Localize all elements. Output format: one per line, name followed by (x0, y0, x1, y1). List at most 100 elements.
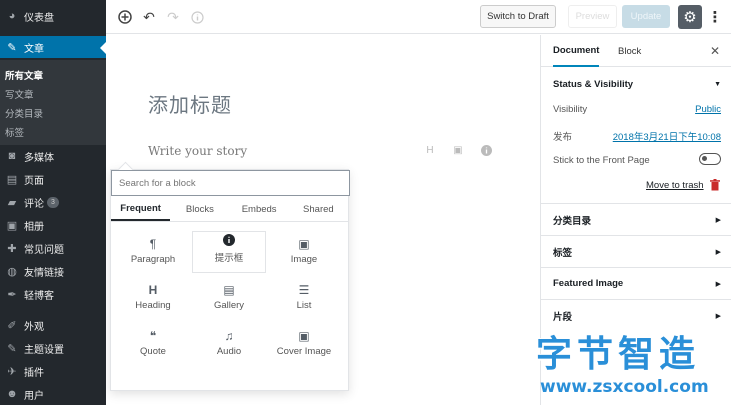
sidebar-item-microblog[interactable]: ✒ 轻博客 (0, 283, 106, 305)
tab-frequent[interactable]: Frequent (111, 198, 171, 221)
block-image[interactable]: ▣ Image (268, 236, 340, 278)
block-label: List (296, 300, 312, 311)
sidebar-item-label: 外观 (24, 321, 44, 333)
tags-section[interactable]: 标签 ▶ (541, 235, 731, 267)
watermark-title: 字节智造 (536, 334, 701, 375)
section-title: Status & Visibility (553, 78, 634, 90)
section-title: 分类目录 (553, 215, 592, 227)
undo-icon[interactable]: ↶ (140, 8, 158, 26)
gallery-icon: ▤ (223, 283, 235, 297)
audio-icon: ♫ (224, 329, 234, 343)
categories-section[interactable]: 分类目录 ▶ (541, 203, 731, 235)
sidebar-item-label: 页面 (24, 175, 44, 187)
block-label: Image (290, 254, 318, 265)
block-audio[interactable]: ♫ Audio (193, 328, 265, 370)
section-title: 标签 (553, 247, 573, 259)
switch-to-draft-button[interactable]: Switch to Draft (480, 5, 556, 28)
trash-icon[interactable] (710, 179, 720, 191)
more-shortcut-icon[interactable] (479, 143, 493, 157)
sidebar-item-label: 主题设置 (24, 344, 64, 356)
sidebar-item-plugins[interactable]: ✈ 插件 (0, 360, 106, 382)
block-label: Gallery (213, 300, 245, 311)
sticky-toggle[interactable] (699, 153, 721, 165)
sidebar-item-users[interactable]: ☻ 用户 (0, 383, 106, 405)
block-label: Cover Image (276, 346, 332, 357)
pin-icon: ✎ (7, 41, 17, 54)
block-quote[interactable]: ❝ Quote (117, 328, 189, 370)
move-to-trash-link[interactable]: Move to trash (646, 180, 704, 191)
quote-icon: ❝ (149, 329, 157, 343)
block-label: Paragraph (130, 254, 176, 265)
block-notice[interactable]: 提示框 (193, 232, 265, 272)
posts-submenu: 所有文章 写文章 分类目录 标签 (0, 60, 106, 145)
update-button[interactable]: Update (622, 5, 670, 28)
preview-button[interactable]: Preview (568, 5, 617, 28)
sidebar-item-faq[interactable]: ✚ 常见问题 (0, 237, 106, 259)
settings-icon: ✎ (7, 342, 17, 355)
sidebar-item-media[interactable]: ◙ 多媒体 (0, 145, 106, 167)
editor-toolbar: ↶ ↷ Switch to Draft Preview Update ⚙ ⋮ (106, 0, 731, 34)
story-placeholder[interactable]: Write your story (148, 144, 247, 158)
publish-row: 发布 2018年3月21日下午10:08 (553, 129, 721, 143)
cover-image-icon: ▣ (298, 329, 310, 343)
visibility-label: Visibility (553, 104, 588, 115)
sidebar-item-appearance[interactable]: ✐ 外观 (0, 314, 106, 336)
heading-icon: H (148, 283, 158, 297)
sidebar-item-label: 插件 (24, 367, 44, 379)
tab-blocks[interactable]: Blocks (170, 198, 229, 221)
featured-image-section[interactable]: Featured Image ▶ (541, 267, 731, 299)
sidebar-item-albums[interactable]: ▣ 相册 (0, 214, 106, 236)
caret-right-icon: ▶ (715, 216, 721, 224)
add-block-icon[interactable] (116, 8, 134, 26)
block-cover-image[interactable]: ▣ Cover Image (268, 328, 340, 370)
sidebar-item-posts[interactable]: ✎ 文章 (0, 36, 106, 58)
sidebar-item-label: 常见问题 (24, 244, 64, 256)
sidebar-item-dashboard[interactable]: ◕ 仪表盘 (0, 5, 106, 27)
submenu-categories[interactable]: 分类目录 (5, 106, 43, 120)
visibility-row: Visibility Public (553, 104, 721, 115)
block-paragraph[interactable]: ¶ Paragraph (117, 236, 189, 278)
submenu-all-posts[interactable]: 所有文章 (5, 68, 43, 82)
admin-sidebar: ◕ 仪表盘 ✎ 文章 所有文章 写文章 分类目录 标签 ◙ 多媒体 ▤ 页面 ▰… (0, 0, 106, 405)
publish-date-link[interactable]: 2018年3月21日下午10:08 (613, 129, 721, 143)
user-icon: ☻ (6, 388, 18, 400)
caret-right-icon: ▶ (715, 248, 721, 256)
sidebar-item-links[interactable]: ◍ 友情链接 (0, 260, 106, 282)
status-visibility-toggle[interactable]: Status & Visibility ▼ (541, 68, 731, 100)
block-label: Quote (140, 346, 166, 357)
redo-icon[interactable]: ↷ (164, 8, 182, 26)
block-gallery[interactable]: ▤ Gallery (193, 282, 265, 324)
caret-right-icon: ▶ (715, 280, 721, 288)
tab-shared[interactable]: Shared (289, 198, 348, 221)
post-title[interactable]: 添加标题 (148, 89, 232, 118)
block-search-input[interactable] (111, 170, 350, 196)
paragraph-icon: ¶ (149, 237, 157, 251)
sidebar-item-label: 用户 (24, 390, 44, 402)
caret-down-icon: ▼ (714, 80, 721, 88)
settings-gear-icon[interactable]: ⚙ (678, 5, 702, 29)
tab-document[interactable]: Document (553, 35, 600, 67)
close-icon[interactable]: ✕ (710, 44, 720, 58)
visibility-value-link[interactable]: Public (695, 104, 721, 115)
submenu-new-post[interactable]: 写文章 (5, 87, 34, 101)
wordpress-editor-screen: ◕ 仪表盘 ✎ 文章 所有文章 写文章 分类目录 标签 ◙ 多媒体 ▤ 页面 ▰… (0, 0, 731, 405)
sidebar-item-label: 多媒体 (24, 152, 54, 164)
sidebar-item-comments[interactable]: ▰ 评论 3 (0, 191, 106, 213)
sidebar-item-theme-settings[interactable]: ✎ 主题设置 (0, 337, 106, 359)
sidebar-item-pages[interactable]: ▤ 页面 (0, 168, 106, 190)
info-icon[interactable] (188, 8, 206, 26)
image-shortcut-icon[interactable]: ▣ (451, 143, 465, 157)
more-options-icon[interactable]: ⋮ (708, 8, 723, 26)
panel-tabs: Document Block ✕ (541, 35, 731, 67)
heading-shortcut-icon[interactable]: H (423, 143, 437, 157)
submenu-tags[interactable]: 标签 (5, 125, 24, 139)
tab-embeds[interactable]: Embeds (230, 198, 289, 221)
question-icon: ✚ (7, 242, 17, 255)
sidebar-item-label: 相册 (24, 221, 44, 233)
block-heading[interactable]: H Heading (117, 282, 189, 324)
block-list[interactable]: ☰ List (268, 282, 340, 324)
tab-block[interactable]: Block (618, 35, 641, 67)
media-icon: ◙ (8, 150, 16, 162)
block-inserter-popover: Frequent Blocks Embeds Shared ¶ Paragrap… (110, 169, 350, 391)
comment-count-badge: 3 (47, 196, 59, 208)
